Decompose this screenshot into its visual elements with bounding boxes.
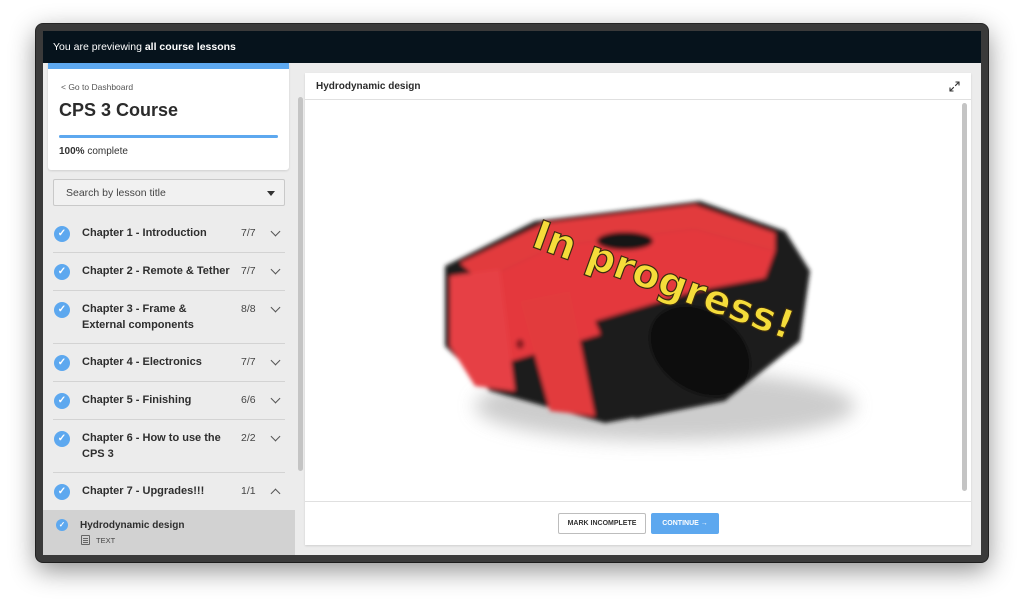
lesson-content-panel: Hydrodynamic design In progress! MARK IN…	[305, 73, 971, 545]
chapter-title: Chapter 4 - Electronics	[82, 356, 202, 368]
course-card: < Go to Dashboard CPS 3 Course 100% comp…	[48, 63, 289, 170]
course-card-accent	[48, 63, 289, 69]
banner-prefix: You are previewing	[53, 41, 145, 53]
content-footer: MARK INCOMPLETE CONTINUE →	[305, 501, 971, 545]
chapter-item[interactable]: ✓ Chapter 5 - Finishing 6/6	[53, 382, 285, 420]
chapter-count: 6/6	[241, 394, 256, 406]
chapter-item[interactable]: ✓ Chapter 2 - Remote & Tether 7/7	[53, 253, 285, 291]
sidebar: < Go to Dashboard CPS 3 Course 100% comp…	[43, 63, 295, 555]
progress-suffix: complete	[84, 146, 128, 157]
progress-bar	[59, 135, 278, 138]
chapter-title: Chapter 5 - Finishing	[82, 394, 192, 406]
lesson-search-placeholder: Search by lesson title	[66, 187, 166, 199]
mark-incomplete-button[interactable]: MARK INCOMPLETE	[558, 513, 646, 534]
chapter-item[interactable]: ✓ Chapter 1 - Introduction 7/7	[53, 215, 285, 253]
check-circle-icon: ✓	[54, 264, 70, 280]
chevron-down-icon[interactable]	[270, 355, 281, 366]
chapter-item[interactable]: ✓ Chapter 3 - Frame & External components…	[53, 291, 285, 344]
expand-icon[interactable]	[949, 81, 960, 92]
chapter-title: Chapter 6 - How to use the CPS 3	[82, 432, 221, 460]
chapter-count: 7/7	[241, 265, 256, 277]
sidebar-scrollbar[interactable]	[298, 97, 303, 471]
chevron-down-icon[interactable]	[270, 431, 281, 442]
content-header: Hydrodynamic design	[305, 73, 971, 100]
caret-down-icon	[267, 191, 275, 196]
lesson-type: TEXT	[96, 536, 116, 545]
chevron-down-icon[interactable]	[270, 302, 281, 313]
chevron-down-icon[interactable]	[270, 226, 281, 237]
drone-illustration: In progress!	[445, 201, 855, 441]
check-circle-icon: ✓	[54, 226, 70, 242]
browser-window: You are previewing all course lessons < …	[36, 24, 988, 562]
chapter-count: 1/1	[241, 485, 256, 497]
check-circle-icon: ✓	[54, 302, 70, 318]
continue-button[interactable]: CONTINUE →	[651, 513, 719, 534]
active-lesson-item[interactable]: ✓ Hydrodynamic design TEXT	[43, 510, 295, 555]
chapter-title: Chapter 7 - Upgrades!!!	[82, 485, 205, 497]
course-player: < Go to Dashboard CPS 3 Course 100% comp…	[43, 63, 981, 555]
chevron-down-icon[interactable]	[270, 393, 281, 404]
chapter-title: Chapter 2 - Remote & Tether	[82, 265, 230, 277]
go-to-dashboard-link[interactable]: < Go to Dashboard	[61, 82, 133, 92]
chapter-item[interactable]: ✓ Chapter 6 - How to use the CPS 3 2/2	[53, 420, 285, 473]
chapter-count: 7/7	[241, 356, 256, 368]
check-circle-icon: ✓	[54, 355, 70, 371]
document-icon	[81, 535, 90, 545]
course-title: CPS 3 Course	[59, 100, 179, 120]
chapter-count: 7/7	[241, 227, 256, 239]
chevron-down-icon[interactable]	[270, 264, 281, 275]
chapter-item[interactable]: ✓ Chapter 7 - Upgrades!!! 1/1	[53, 473, 285, 511]
chapter-count: 2/2	[241, 432, 256, 444]
lesson-check-icon: ✓	[56, 519, 68, 531]
progress-bar-fill	[59, 135, 278, 138]
content-scrollbar[interactable]	[962, 103, 967, 491]
preview-banner: You are previewing all course lessons	[43, 31, 981, 63]
check-circle-icon: ✓	[54, 484, 70, 500]
chapter-title: Chapter 1 - Introduction	[82, 227, 207, 239]
chapter-item[interactable]: ✓ Chapter 4 - Electronics 7/7	[53, 344, 285, 382]
check-circle-icon: ✓	[54, 431, 70, 447]
progress-value: 100%	[59, 146, 85, 157]
banner-emphasis: all course lessons	[144, 41, 236, 53]
content-title: Hydrodynamic design	[316, 81, 421, 92]
chapter-title: Chapter 3 - Frame & External components	[82, 303, 194, 331]
lesson-title: Hydrodynamic design	[80, 520, 185, 531]
chevron-up-icon[interactable]	[270, 488, 281, 499]
chapter-count: 8/8	[241, 303, 256, 315]
lesson-search-select[interactable]: Search by lesson title	[53, 179, 285, 206]
lesson-image: In progress!	[305, 101, 971, 501]
check-circle-icon: ✓	[54, 393, 70, 409]
progress-text: 100% complete	[59, 146, 128, 157]
